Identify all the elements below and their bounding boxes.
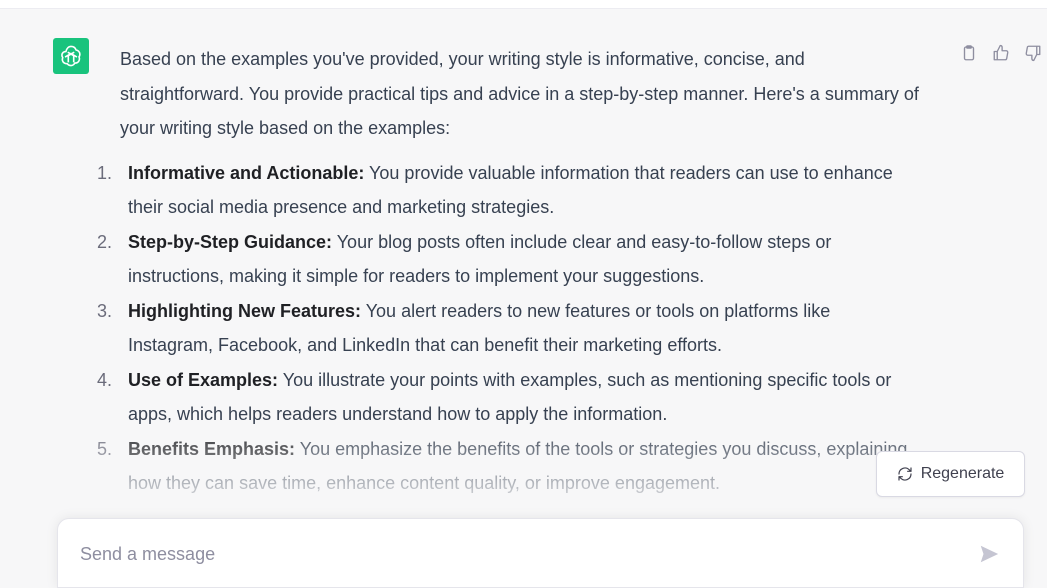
thumbs-up-icon[interactable]	[990, 42, 1012, 64]
openai-logo-icon	[61, 45, 81, 67]
list-item-title: Highlighting New Features:	[128, 300, 362, 321]
style-list: 1. Informative and Actionable: You provid…	[97, 156, 920, 501]
refresh-icon	[898, 467, 912, 481]
regenerate-label: Regenerate	[920, 465, 1005, 482]
thumbs-down-icon[interactable]	[1022, 42, 1044, 64]
list-item-title: Informative and Actionable:	[128, 162, 365, 183]
message-actions	[958, 42, 1044, 64]
list-item-number: 2.	[97, 231, 113, 252]
top-divider	[0, 0, 1047, 9]
list-item: 2. Step-by-Step Guidance: Your blog posts…	[97, 225, 920, 294]
list-item: 5. Benefits Emphasis: You emphasize the b…	[97, 432, 920, 501]
list-item-number: 3.	[97, 300, 113, 321]
list-item-number: 1.	[97, 162, 113, 183]
regenerate-button[interactable]: Regenerate	[876, 451, 1025, 497]
list-item: 1. Informative and Actionable: You provid…	[97, 156, 920, 225]
clipboard-icon[interactable]	[958, 42, 980, 64]
assistant-message: Based on the examples you've provided, y…	[97, 42, 920, 501]
list-item-number: 5.	[97, 438, 113, 459]
send-icon	[980, 545, 999, 563]
list-item-number: 4.	[97, 369, 113, 390]
list-item-title: Use of Examples:	[128, 369, 279, 390]
message-composer	[57, 518, 1024, 588]
list-item: 3. Highlighting New Features: You alert r…	[97, 294, 920, 363]
list-item-title: Benefits Emphasis:	[128, 438, 296, 459]
message-input[interactable]	[80, 537, 940, 571]
assistant-avatar	[53, 38, 89, 74]
list-item-title: Step-by-Step Guidance:	[128, 231, 333, 252]
message-intro: Based on the examples you've provided, y…	[120, 49, 919, 138]
send-button[interactable]	[976, 541, 1002, 567]
list-item: 4. Use of Examples: You illustrate your p…	[97, 363, 920, 432]
